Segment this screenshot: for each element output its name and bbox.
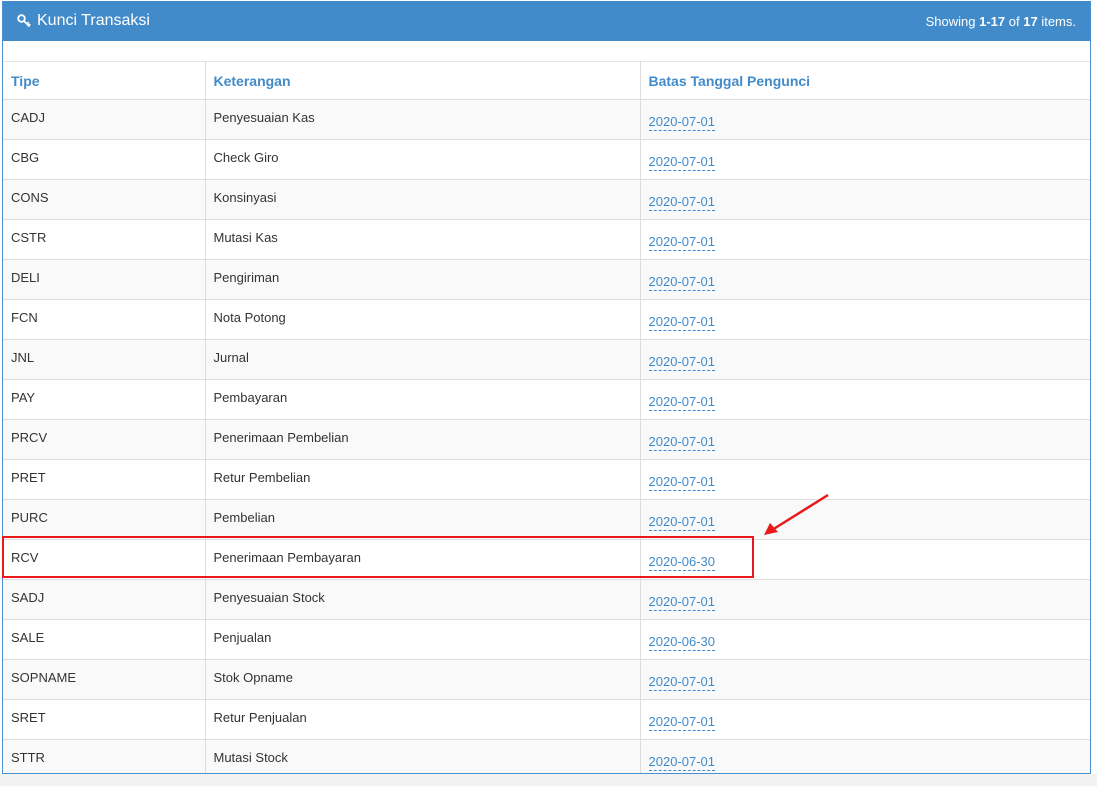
cell-tipe: CONS [3, 179, 206, 220]
cell-batas: 2020-07-01 [639, 699, 1090, 740]
editable-date-link[interactable]: 2020-07-01 [648, 314, 715, 331]
cell-tipe: SALE [3, 619, 206, 660]
cell-batas: 2020-07-01 [639, 179, 1090, 220]
cell-tipe: PRET [3, 459, 206, 500]
cell-batas: 2020-07-01 [639, 139, 1090, 180]
cell-keterangan: Mutasi Stock [204, 739, 641, 773]
editable-date-link[interactable]: 2020-07-01 [648, 474, 715, 491]
table-row: PAY Pembayaran 2020-07-01 [3, 379, 1090, 420]
table-row: JNL Jurnal 2020-07-01 [3, 339, 1090, 380]
cell-batas: 2020-06-30 [639, 539, 1090, 580]
cell-tipe: STTR [3, 739, 206, 773]
cell-keterangan: Konsinyasi [204, 179, 641, 220]
cell-tipe: JNL [3, 339, 206, 380]
editable-date-link[interactable]: 2020-07-01 [648, 674, 715, 691]
cell-keterangan: Retur Pembelian [204, 459, 641, 500]
cell-tipe: PRCV [3, 419, 206, 460]
cell-tipe: FCN [3, 299, 206, 340]
editable-date-link[interactable]: 2020-07-01 [648, 514, 715, 531]
cell-tipe: PURC [3, 499, 206, 540]
bottom-strip [0, 774, 1097, 786]
cell-batas: 2020-07-01 [639, 459, 1090, 500]
cell-keterangan: Penyesuaian Kas [204, 99, 641, 140]
table-row: PRCV Penerimaan Pembelian 2020-07-01 [3, 419, 1090, 460]
cell-tipe: CBG [3, 139, 206, 180]
cell-keterangan: Penjualan [204, 619, 641, 660]
editable-date-link[interactable]: 2020-07-01 [648, 154, 715, 171]
cell-batas: 2020-07-01 [639, 419, 1090, 460]
table-row: CSTR Mutasi Kas 2020-07-01 [3, 219, 1090, 260]
panel-heading: Kunci Transaksi Showing 1-17 of 17 items… [3, 1, 1090, 41]
table-row: SOPNAME Stok Opname 2020-07-01 [3, 659, 1090, 700]
table-row: SADJ Penyesuaian Stock 2020-07-01 [3, 579, 1090, 620]
table-row: RCV Penerimaan Pembayaran 2020-06-30 [3, 539, 1090, 580]
cell-keterangan: Mutasi Kas [204, 219, 641, 260]
table-row: CBG Check Giro 2020-07-01 [3, 139, 1090, 180]
cell-tipe: CSTR [3, 219, 206, 260]
cell-batas: 2020-07-01 [639, 499, 1090, 540]
key-icon [17, 14, 31, 28]
table-header-row: Tipe Keterangan Batas Tanggal Pengunci [3, 61, 1090, 100]
cell-keterangan: Pembayaran [204, 379, 641, 420]
table-row: SRET Retur Penjualan 2020-07-01 [3, 699, 1090, 740]
cell-tipe: SRET [3, 699, 206, 740]
cell-batas: 2020-07-01 [639, 99, 1090, 140]
cell-batas: 2020-07-01 [639, 379, 1090, 420]
table-row: CONS Konsinyasi 2020-07-01 [3, 179, 1090, 220]
editable-date-link[interactable]: 2020-07-01 [648, 234, 715, 251]
cell-tipe: RCV [3, 539, 206, 580]
cell-batas: 2020-07-01 [639, 219, 1090, 260]
column-header-batas[interactable]: Batas Tanggal Pengunci [639, 61, 1090, 100]
panel-title-text: Kunci Transaksi [37, 12, 150, 29]
table-row: PURC Pembelian 2020-07-01 [3, 499, 1090, 540]
editable-date-link[interactable]: 2020-07-01 [648, 394, 715, 411]
table-row: PRET Retur Pembelian 2020-07-01 [3, 459, 1090, 500]
panel-title: Kunci Transaksi [17, 12, 150, 30]
cell-keterangan: Retur Penjualan [204, 699, 641, 740]
cell-keterangan: Stok Opname [204, 659, 641, 700]
editable-date-link[interactable]: 2020-06-30 [648, 554, 715, 571]
cell-tipe: DELI [3, 259, 206, 300]
cell-keterangan: Jurnal [204, 339, 641, 380]
cell-batas: 2020-07-01 [639, 659, 1090, 700]
lock-table: Tipe Keterangan Batas Tanggal Pengunci C… [3, 61, 1090, 773]
table-row: DELI Pengiriman 2020-07-01 [3, 259, 1090, 300]
cell-batas: 2020-07-01 [639, 579, 1090, 620]
cell-keterangan: Nota Potong [204, 299, 641, 340]
cell-batas: 2020-07-01 [639, 339, 1090, 380]
editable-date-link[interactable]: 2020-06-30 [648, 634, 715, 651]
cell-keterangan: Check Giro [204, 139, 641, 180]
cell-batas: 2020-07-01 [639, 299, 1090, 340]
pagination-summary: Showing 1-17 of 17 items. [925, 13, 1076, 29]
cell-batas: 2020-06-30 [639, 619, 1090, 660]
table-row: STTR Mutasi Stock 2020-07-01 [3, 739, 1090, 773]
cell-keterangan: Pembelian [204, 499, 641, 540]
table-row: FCN Nota Potong 2020-07-01 [3, 299, 1090, 340]
editable-date-link[interactable]: 2020-07-01 [648, 754, 715, 771]
editable-date-link[interactable]: 2020-07-01 [648, 434, 715, 451]
editable-date-link[interactable]: 2020-07-01 [648, 714, 715, 731]
editable-date-link[interactable]: 2020-07-01 [648, 274, 715, 291]
editable-date-link[interactable]: 2020-07-01 [648, 114, 715, 131]
table-row: CADJ Penyesuaian Kas 2020-07-01 [3, 99, 1090, 140]
column-header-tipe[interactable]: Tipe [3, 61, 206, 100]
cell-keterangan: Pengiriman [204, 259, 641, 300]
editable-date-link[interactable]: 2020-07-01 [648, 194, 715, 211]
cell-tipe: SOPNAME [3, 659, 206, 700]
cell-keterangan: Penyesuaian Stock [204, 579, 641, 620]
kunci-transaksi-panel: Kunci Transaksi Showing 1-17 of 17 items… [2, 1, 1091, 774]
table-row: SALE Penjualan 2020-06-30 [3, 619, 1090, 660]
cell-keterangan: Penerimaan Pembelian [204, 419, 641, 460]
editable-date-link[interactable]: 2020-07-01 [648, 594, 715, 611]
cell-keterangan: Penerimaan Pembayaran [204, 539, 641, 580]
cell-batas: 2020-07-01 [639, 259, 1090, 300]
cell-tipe: CADJ [3, 99, 206, 140]
editable-date-link[interactable]: 2020-07-01 [648, 354, 715, 371]
cell-tipe: SADJ [3, 579, 206, 620]
column-header-keterangan[interactable]: Keterangan [204, 61, 641, 100]
cell-batas: 2020-07-01 [639, 739, 1090, 773]
cell-tipe: PAY [3, 379, 206, 420]
